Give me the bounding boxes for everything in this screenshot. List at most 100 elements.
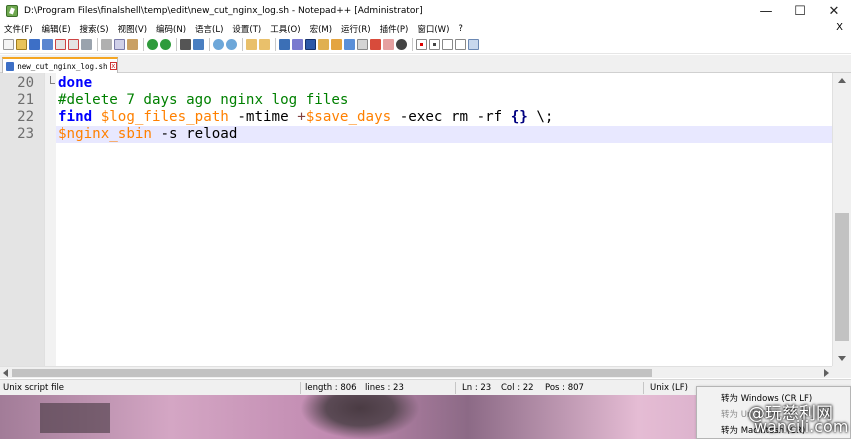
wallpaper-blur	[40, 403, 110, 433]
line-number: 20	[17, 75, 34, 91]
sync-horizontal-icon[interactable]	[259, 39, 270, 50]
status-eol[interactable]: Unix (LF)	[650, 383, 688, 393]
zoom-in-icon[interactable]	[213, 39, 224, 50]
toolbar-separator	[275, 38, 276, 51]
close-all-icon[interactable]	[68, 39, 79, 50]
code-token: $save_days	[305, 109, 392, 125]
cut-icon[interactable]	[101, 39, 112, 50]
tab-new-cut-nginx-log[interactable]: new_cut_nginx_log.sh x	[2, 57, 118, 73]
menu-language[interactable]: 语言(L)	[195, 23, 223, 35]
menu-encoding[interactable]: 编码(N)	[156, 23, 186, 35]
status-length: length : 806	[305, 383, 357, 393]
toolbar-separator	[143, 38, 144, 51]
code-line[interactable]: 23 $nginx_sbin -s reload	[0, 126, 832, 143]
toolbar-separator	[209, 38, 210, 51]
record-macro-icon[interactable]	[416, 39, 427, 50]
code-token: -exec rm -rf	[391, 109, 511, 125]
menu-edit[interactable]: 编辑(E)	[42, 23, 71, 35]
window-controls: — ☐ ✕	[749, 0, 851, 22]
horizontal-scroll-thumb[interactable]	[12, 369, 652, 377]
minimize-button[interactable]: —	[749, 0, 783, 22]
undo-icon[interactable]	[147, 39, 158, 50]
status-separator	[300, 382, 301, 394]
function-list-icon[interactable]	[344, 39, 355, 50]
udl-icon[interactable]	[318, 39, 329, 50]
redo-icon[interactable]	[160, 39, 171, 50]
run-macro-icon[interactable]	[455, 39, 466, 50]
status-line-number: Ln : 23	[462, 383, 492, 393]
stop-macro-icon[interactable]	[429, 39, 440, 50]
tab-close-icon[interactable]: x	[109, 62, 117, 70]
menu-macro[interactable]: 宏(M)	[310, 23, 332, 35]
zoom-out-icon[interactable]	[226, 39, 237, 50]
code-token: find	[58, 109, 93, 125]
toolbar	[0, 36, 851, 54]
horizontal-scrollbar[interactable]	[0, 366, 832, 378]
code-line[interactable]: 20 done	[0, 75, 832, 92]
menu-search[interactable]: 搜索(S)	[80, 23, 109, 35]
sync-vertical-icon[interactable]	[246, 39, 257, 50]
copy-icon[interactable]	[114, 39, 125, 50]
menu-plugins[interactable]: 插件(P)	[380, 23, 409, 35]
new-file-icon[interactable]	[3, 39, 14, 50]
play-macro-icon[interactable]	[442, 39, 453, 50]
wallpaper-figure	[300, 395, 420, 439]
code-text: #delete 7 days ago nginx log files	[58, 92, 348, 109]
line-number: 21	[17, 92, 34, 108]
tab-label: new_cut_nginx_log.sh	[17, 61, 108, 71]
save-macro-icon[interactable]	[468, 39, 479, 50]
vertical-scrollbar[interactable]	[832, 73, 851, 366]
scrollbar-corner	[832, 366, 851, 378]
close-window-button[interactable]: ✕	[817, 0, 851, 22]
replace-icon[interactable]	[193, 39, 204, 50]
menu-tools[interactable]: 工具(O)	[270, 23, 300, 35]
close-icon[interactable]	[55, 39, 66, 50]
code-token: done	[58, 75, 93, 91]
scroll-up-icon[interactable]	[838, 78, 846, 83]
editor[interactable]: 20 done 21 #delete 7 days ago nginx log fil…	[0, 73, 851, 366]
code-line[interactable]: 21 #delete 7 days ago nginx log files	[0, 92, 832, 109]
tab-bar: new_cut_nginx_log.sh x	[0, 55, 851, 73]
close-document-button[interactable]: X	[836, 22, 843, 33]
doc-map-icon[interactable]	[331, 39, 342, 50]
code-text: find $log_files_path -mtime +$save_days …	[58, 109, 553, 126]
save-all-icon[interactable]	[42, 39, 53, 50]
print-icon[interactable]	[81, 39, 92, 50]
code-token: {}	[510, 109, 528, 125]
menu-help[interactable]: ?	[458, 24, 463, 34]
monitoring-icon[interactable]	[370, 39, 381, 50]
status-position: Pos : 807	[545, 383, 584, 393]
notepad-plus-plus-icon	[6, 5, 18, 17]
code-token: -mtime	[228, 109, 298, 125]
indent-guide-icon[interactable]	[305, 39, 316, 50]
menu-settings[interactable]: 设置(T)	[232, 23, 261, 35]
code-text: $nginx_sbin -s reload	[58, 126, 237, 143]
folder-workspace-icon[interactable]	[357, 39, 368, 50]
highlight-icon[interactable]	[396, 39, 407, 50]
scroll-left-icon[interactable]	[3, 369, 8, 377]
code-line[interactable]: 22 find $log_files_path -mtime +$save_day…	[0, 109, 832, 126]
status-separator	[643, 382, 644, 394]
menu-file[interactable]: 文件(F)	[4, 23, 33, 35]
paste-icon[interactable]	[127, 39, 138, 50]
menu-run[interactable]: 运行(R)	[341, 23, 371, 35]
code-text: done	[58, 75, 92, 92]
eye-icon[interactable]	[383, 39, 394, 50]
code-token: +	[297, 109, 306, 125]
maximize-button[interactable]: ☐	[783, 0, 817, 22]
show-all-chars-icon[interactable]	[292, 39, 303, 50]
menu-bar: 文件(F) 编辑(E) 搜索(S) 视图(V) 编码(N) 语言(L) 设置(T…	[0, 22, 851, 36]
save-icon[interactable]	[29, 39, 40, 50]
open-file-icon[interactable]	[16, 39, 27, 50]
menu-window[interactable]: 窗口(W)	[417, 23, 449, 35]
word-wrap-icon[interactable]	[279, 39, 290, 50]
vertical-scroll-thumb[interactable]	[835, 213, 849, 341]
menu-view[interactable]: 视图(V)	[118, 23, 147, 35]
status-filetype: Unix script file	[3, 383, 65, 393]
code-token: $log_files_path	[100, 109, 229, 125]
scroll-down-icon[interactable]	[838, 356, 846, 361]
scroll-right-icon[interactable]	[824, 369, 829, 377]
find-icon[interactable]	[180, 39, 191, 50]
line-number: 23	[17, 126, 34, 142]
window-title: D:\Program Files\finalshell\temp\edit\ne…	[24, 6, 423, 16]
